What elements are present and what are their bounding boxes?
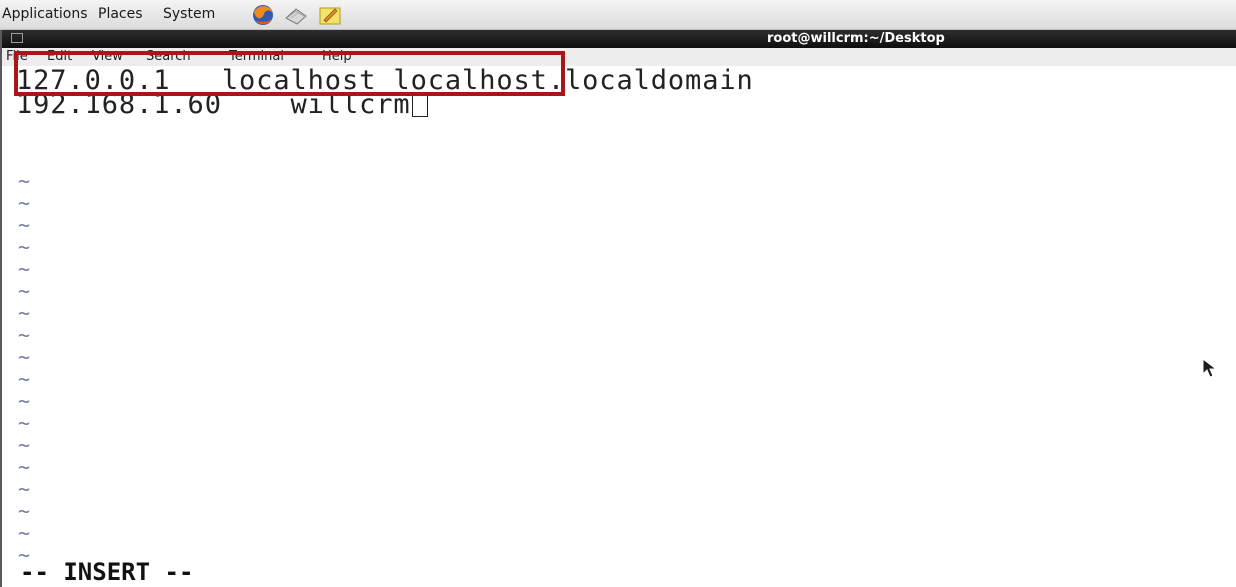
empty-line-marker: ~ (18, 499, 31, 523)
empty-line-marker: ~ (18, 433, 31, 457)
empty-line-marker: ~ (18, 279, 31, 303)
top-panel: Applications Places System (0, 0, 1236, 30)
firefox-icon[interactable] (250, 3, 276, 31)
empty-line-marker: ~ (18, 257, 31, 281)
places-menu[interactable]: Places (98, 6, 143, 22)
empty-line-marker: ~ (18, 191, 31, 215)
empty-line-marker: ~ (18, 477, 31, 501)
empty-line-marker: ~ (18, 169, 31, 193)
system-menu[interactable]: System (163, 6, 215, 22)
vim-mode-indicator: -- INSERT -- (20, 558, 194, 586)
mail-icon[interactable] (284, 3, 308, 31)
empty-line-marker: ~ (18, 455, 31, 479)
window-titlebar[interactable]: root@willcrm:~/Desktop (2, 30, 1236, 48)
empty-line-marker: ~ (18, 301, 31, 325)
window-title: root@willcrm:~/Desktop (767, 31, 945, 46)
empty-line-marker: ~ (18, 213, 31, 237)
empty-line-marker: ~ (18, 345, 31, 369)
empty-line-marker: ~ (18, 323, 31, 347)
notes-icon[interactable] (318, 3, 342, 31)
empty-line-marker: ~ (18, 367, 31, 391)
terminal-icon[interactable] (11, 33, 23, 43)
empty-line-marker: ~ (18, 389, 31, 413)
terminal-area[interactable]: 127.0.0.1 localhost localhost.localdomai… (2, 66, 1236, 587)
empty-line-marker: ~ (18, 235, 31, 259)
empty-line-marker: ~ (18, 411, 31, 435)
applications-menu[interactable]: Applications (2, 6, 88, 22)
text-cursor (411, 93, 428, 117)
highlight-box (14, 51, 565, 96)
mouse-pointer-icon (1202, 357, 1218, 382)
terminal-window: root@willcrm:~/Desktop File Edit View Se… (0, 30, 1236, 587)
empty-line-marker: ~ (18, 521, 31, 545)
